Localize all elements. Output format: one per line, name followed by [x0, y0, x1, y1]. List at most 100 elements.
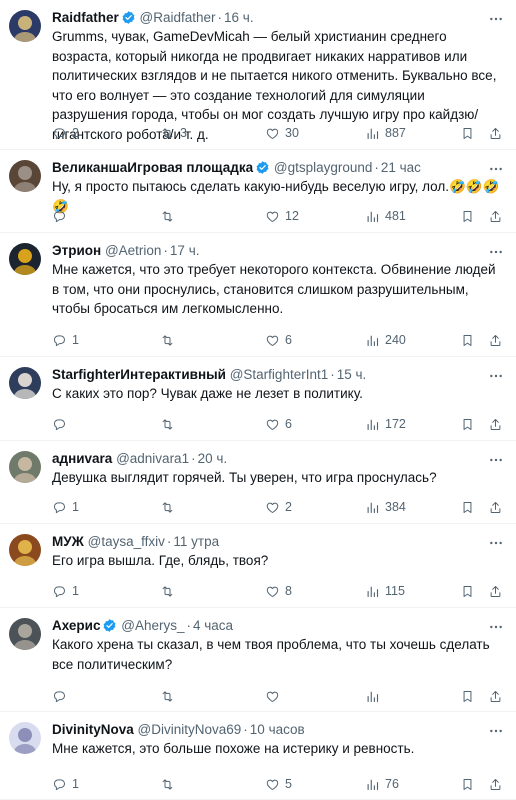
bookmark-button[interactable]	[460, 207, 475, 225]
timestamp[interactable]: 21 час	[381, 160, 421, 175]
author-name[interactable]: ВеликаншаИгровая площадка	[52, 160, 253, 175]
reply-button[interactable]: 1	[52, 582, 79, 600]
retweet-button[interactable]	[160, 207, 180, 225]
timestamp[interactable]: 4 часа	[193, 618, 233, 633]
bookmark-button[interactable]	[460, 687, 475, 705]
like-button[interactable]: 12	[265, 207, 299, 225]
views-button[interactable]: 76	[365, 775, 399, 793]
bookmark-button[interactable]	[460, 582, 475, 600]
tweet[interactable]: Raidfather @Raidfather · 16 ч. Grumms, чува…	[0, 0, 516, 150]
share-button[interactable]	[488, 415, 503, 433]
views-button[interactable]: 481	[365, 207, 406, 225]
tweet[interactable]: DivinityNova @DivinityNova69 · 10 часов Мне…	[0, 712, 516, 800]
more-icon[interactable]	[488, 535, 504, 551]
tweet[interactable]: адниvara @adnivara1 · 20 ч. Девушка выгляди…	[0, 441, 516, 524]
reply-button[interactable]	[52, 415, 72, 433]
avatar[interactable]	[9, 722, 41, 754]
reply-button[interactable]: 2	[52, 124, 79, 142]
retweet-button[interactable]	[160, 498, 180, 516]
timestamp[interactable]: 20 ч.	[198, 451, 228, 466]
author-name[interactable]: Этрион	[52, 243, 101, 258]
views-button[interactable]: 172	[365, 415, 406, 433]
share-button[interactable]	[488, 207, 503, 225]
retweet-button[interactable]	[160, 415, 180, 433]
bookmark-icon	[463, 127, 472, 139]
author-handle[interactable]: @StarfighterInt1	[230, 367, 329, 382]
reply-button[interactable]	[52, 207, 72, 225]
author-handle[interactable]: @adnivara1	[116, 451, 189, 466]
avatar[interactable]	[9, 10, 41, 42]
avatar[interactable]	[9, 367, 41, 399]
timestamp[interactable]: 15 ч.	[337, 367, 367, 382]
tweet[interactable]: Ахерис @Aherys_ · 4 часа Какого хрена ты ск…	[0, 608, 516, 712]
tweet-header: Raidfather @Raidfather · 16 ч.	[52, 9, 486, 27]
share-button[interactable]	[488, 124, 503, 142]
avatar[interactable]	[9, 534, 41, 566]
author-handle[interactable]: @gtsplayground	[274, 160, 373, 175]
views-button[interactable]	[365, 687, 385, 705]
author-name[interactable]: МУЖ	[52, 534, 84, 549]
like-button[interactable]: 5	[265, 775, 292, 793]
views-button[interactable]: 384	[365, 498, 406, 516]
avatar[interactable]	[9, 243, 41, 275]
tweet[interactable]: StarfighterИнтерактивный @StarfighterInt…	[0, 357, 516, 441]
author-name[interactable]: адниvara	[52, 451, 112, 466]
tweet[interactable]: Этрион @Aetrion · 17 ч. Мне кажется, что эт…	[0, 233, 516, 357]
more-icon[interactable]	[488, 723, 504, 739]
author-handle[interactable]: @Aetrion	[105, 243, 161, 258]
bookmark-button[interactable]	[460, 124, 475, 142]
retweet-button[interactable]	[160, 775, 180, 793]
bookmark-button[interactable]	[460, 415, 475, 433]
reply-button[interactable]: 1	[52, 331, 79, 349]
share-button[interactable]	[488, 498, 503, 516]
retweet-button[interactable]	[160, 331, 180, 349]
share-button[interactable]	[488, 331, 503, 349]
retweet-button[interactable]	[160, 687, 180, 705]
avatar[interactable]	[9, 451, 41, 483]
author-handle[interactable]: @Raidfather	[140, 10, 216, 25]
more-icon[interactable]	[488, 11, 504, 27]
reply-button[interactable]	[52, 687, 72, 705]
more-icon[interactable]	[488, 452, 504, 468]
retweet-button[interactable]: 3	[160, 124, 187, 142]
share-button[interactable]	[488, 775, 503, 793]
bookmark-button[interactable]	[460, 331, 475, 349]
timestamp[interactable]: 16 ч.	[224, 10, 254, 25]
more-icon[interactable]	[488, 244, 504, 260]
avatar[interactable]	[9, 618, 41, 650]
timestamp[interactable]: 10 часов	[250, 722, 305, 737]
timestamp[interactable]: 11 утра	[173, 534, 219, 549]
like-button[interactable]: 6	[265, 415, 292, 433]
views-button[interactable]: 887	[365, 124, 406, 142]
author-handle[interactable]: @Aherys_	[121, 618, 184, 633]
author-name[interactable]: DivinityNova	[52, 722, 134, 737]
tweet[interactable]: МУЖ @taysa_ffxiv · 11 утра Его игра вышла. …	[0, 524, 516, 608]
bookmark-button[interactable]	[460, 775, 475, 793]
more-icon[interactable]	[488, 368, 504, 384]
more-icon[interactable]	[488, 161, 504, 177]
reply-button[interactable]: 1	[52, 498, 79, 516]
reply-icon	[54, 690, 65, 702]
timestamp[interactable]: 17 ч.	[170, 243, 200, 258]
like-button[interactable]: 2	[265, 498, 292, 516]
reply-button[interactable]: 1	[52, 775, 79, 793]
retweet-button[interactable]	[160, 582, 180, 600]
more-icon[interactable]	[488, 619, 504, 635]
author-name[interactable]: Ахерис	[52, 618, 100, 633]
like-button[interactable]	[265, 687, 285, 705]
like-button[interactable]: 6	[265, 331, 292, 349]
views-button[interactable]: 115	[365, 582, 405, 600]
like-button[interactable]: 30	[265, 124, 299, 142]
like-button[interactable]: 8	[265, 582, 292, 600]
separator-dot: ·	[186, 618, 191, 633]
avatar[interactable]	[9, 160, 41, 192]
author-name[interactable]: StarfighterИнтерактивный	[52, 367, 226, 382]
bookmark-button[interactable]	[460, 498, 475, 516]
share-button[interactable]	[488, 582, 503, 600]
author-name[interactable]: Raidfather	[52, 10, 119, 25]
tweet[interactable]: ВеликаншаИгровая площадка @gtsplayground…	[0, 150, 516, 233]
views-button[interactable]: 240	[365, 331, 406, 349]
share-button[interactable]	[488, 687, 503, 705]
author-handle[interactable]: @DivinityNova69	[138, 722, 242, 737]
author-handle[interactable]: @taysa_ffxiv	[88, 534, 165, 549]
